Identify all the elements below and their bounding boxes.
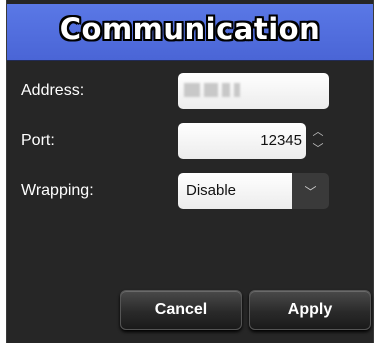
address-label: Address: bbox=[21, 82, 85, 99]
chevron-up-icon: ︿ bbox=[312, 125, 324, 138]
chevron-down-icon: ﹀ bbox=[304, 184, 317, 199]
wrapping-dropdown-button[interactable]: ﹀ bbox=[292, 173, 329, 209]
wrapping-selected-value: Disable bbox=[186, 182, 237, 199]
dialog-title-bar: Communication bbox=[7, 4, 373, 61]
port-increment-button[interactable]: ︿ bbox=[310, 123, 326, 140]
wrapping-label: Wrapping: bbox=[21, 182, 94, 199]
port-spinner: ︿ ﹀ bbox=[310, 123, 326, 159]
wrapping-select[interactable]: Disable bbox=[178, 173, 298, 209]
port-label: Port: bbox=[21, 132, 55, 149]
port-decrement-button[interactable]: ﹀ bbox=[310, 140, 326, 157]
address-input[interactable]: ▮ ▮ ▮ ▮ bbox=[178, 73, 329, 109]
port-input[interactable]: 12345 bbox=[178, 123, 306, 159]
apply-button[interactable]: Apply bbox=[249, 290, 371, 330]
address-value-obscured: ▮ ▮ ▮ ▮ bbox=[184, 83, 240, 99]
dialog-title: Communication bbox=[59, 12, 321, 46]
chevron-down-icon: ﹀ bbox=[312, 142, 324, 155]
port-value: 12345 bbox=[260, 132, 302, 149]
cancel-button[interactable]: Cancel bbox=[120, 290, 242, 330]
communication-dialog: Communication Address: ▮ ▮ ▮ ▮ Port: 123… bbox=[6, 0, 374, 343]
